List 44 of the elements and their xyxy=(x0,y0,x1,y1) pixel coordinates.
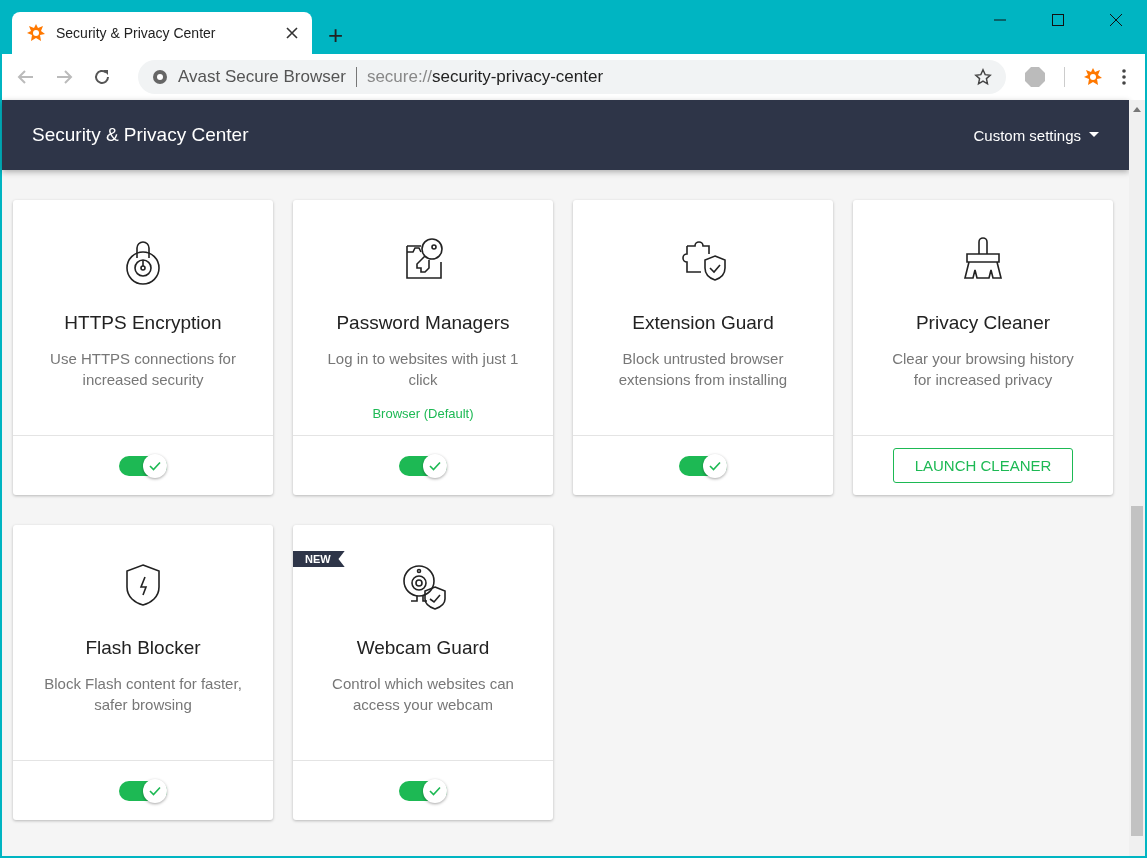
address-bar[interactable]: Avast Secure Browser secure://security-privacy-center xyxy=(138,60,1006,94)
adblock-icon[interactable] xyxy=(1024,66,1046,88)
avast-extension-icon[interactable] xyxy=(1083,67,1103,87)
reload-icon[interactable] xyxy=(92,67,112,87)
card-description: Clear your browsing history for increased privacy xyxy=(891,349,1075,390)
checkmark-icon xyxy=(149,785,161,796)
toggle-switch[interactable] xyxy=(677,452,729,479)
checkmark-icon xyxy=(149,460,161,471)
toggle-switch[interactable] xyxy=(397,452,449,479)
card-title: HTTPS Encryption xyxy=(64,312,222,334)
close-window-icon[interactable] xyxy=(1109,13,1123,27)
tab-title: Security & Privacy Center xyxy=(56,25,217,41)
card-description: Use HTTPS connections for increased security xyxy=(49,349,237,390)
toggle-switch[interactable] xyxy=(117,777,169,804)
card-title: Privacy Cleaner xyxy=(915,312,1051,334)
toggle-switch[interactable] xyxy=(117,452,169,479)
url-text: secure://security-privacy-center xyxy=(366,67,604,87)
card-description: Log in to websites with just 1 click xyxy=(326,349,520,390)
card-description: Block Flash content for faster, safer browsing xyxy=(43,674,243,715)
browser-logo-icon xyxy=(152,69,168,85)
custom-settings-dropdown[interactable]: Custom settings xyxy=(973,126,1099,144)
checkmark-icon xyxy=(709,460,721,471)
card-title: Webcam Guard xyxy=(356,637,490,659)
card-description: Control which websites can access your webcam xyxy=(331,674,515,715)
site-name: Avast Secure Browser xyxy=(178,67,346,87)
card-title: Extension Guard xyxy=(632,312,774,334)
card-description: Block untrusted browser extensions from installing xyxy=(617,349,789,390)
toggle-switch[interactable] xyxy=(397,777,449,804)
close-icon[interactable] xyxy=(286,27,298,39)
maximize-icon[interactable] xyxy=(1051,13,1065,27)
new-tab-button[interactable]: + xyxy=(324,22,348,48)
checkmark-icon xyxy=(429,785,441,796)
new-badge: NEW xyxy=(293,551,345,567)
star-icon[interactable] xyxy=(974,68,992,86)
browser-tab[interactable]: Security & Privacy Center xyxy=(12,12,312,54)
page-title: Security & Privacy Center xyxy=(32,124,249,146)
menu-icon[interactable] xyxy=(1121,68,1127,86)
avast-logo-icon xyxy=(26,23,46,43)
scroll-up-icon[interactable] xyxy=(1133,106,1141,112)
checkmark-icon xyxy=(429,460,441,471)
caret-icon xyxy=(1089,132,1099,138)
card-title: Flash Blocker xyxy=(85,637,201,659)
card-title: Password Managers xyxy=(336,312,510,334)
scrollbar[interactable] xyxy=(1129,100,1145,856)
